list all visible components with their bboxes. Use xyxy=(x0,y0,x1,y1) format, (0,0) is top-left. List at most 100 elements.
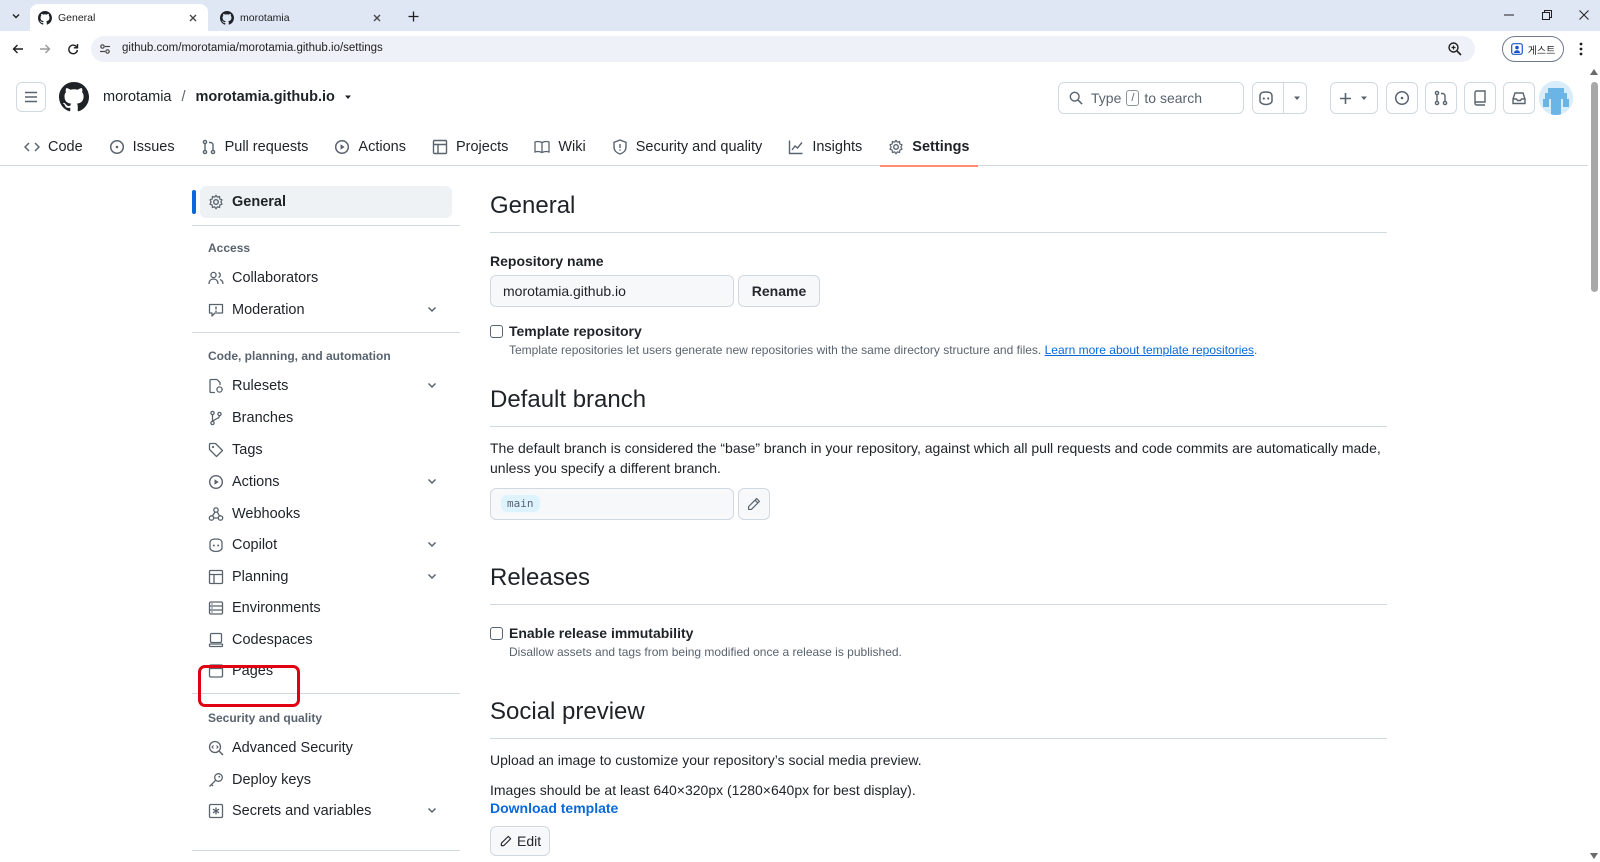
sidebar-item-webhooks[interactable]: Webhooks xyxy=(200,498,452,530)
code-icon xyxy=(24,142,40,152)
sidebar-item-advanced-security[interactable]: Advanced Security xyxy=(200,732,452,764)
sidebar-item-tags[interactable]: Tags xyxy=(200,434,452,466)
tab-code[interactable]: Code xyxy=(16,128,91,166)
rename-button[interactable]: Rename xyxy=(738,275,820,307)
sidebar-item-label: Branches xyxy=(232,410,294,426)
tab-label: Issues xyxy=(132,139,175,155)
browser-tabstrip: General morotamia xyxy=(0,0,1600,31)
address-bar[interactable]: github.com/morotamia/morotamia.github.io… xyxy=(91,36,1475,62)
global-menu-button[interactable] xyxy=(16,82,46,112)
release-immutability-note: Disallow assets and tags from being modi… xyxy=(509,645,902,659)
sidebar-item-environments[interactable]: Environments xyxy=(200,592,452,624)
tab-search-icon[interactable] xyxy=(6,6,26,26)
graph-icon xyxy=(789,140,803,155)
sidebar-item-general[interactable]: General xyxy=(200,186,452,218)
tab-actions[interactable]: Actions xyxy=(326,128,414,166)
browser-tab-title: morotamia xyxy=(240,11,290,24)
sidebar-item-collaborators[interactable]: Collaborators xyxy=(200,262,452,294)
sidebar-item-label: Webhooks xyxy=(232,506,301,522)
inbox-icon xyxy=(1512,92,1526,105)
page-scrollbar[interactable] xyxy=(1588,66,1600,862)
owner-link[interactable]: morotamia xyxy=(103,89,172,105)
tag-icon xyxy=(208,442,224,458)
sidebar-item-moderation[interactable]: Moderation xyxy=(200,294,452,326)
sidebar-divider xyxy=(192,850,460,851)
section-divider xyxy=(490,426,1387,427)
pull-requests-button[interactable] xyxy=(1425,82,1457,114)
close-window-icon[interactable] xyxy=(1574,6,1594,24)
site-info-icon[interactable] xyxy=(97,41,113,57)
hamburger-icon xyxy=(25,91,37,103)
download-template-link[interactable]: Download template xyxy=(490,800,618,816)
search-suffix: to search xyxy=(1144,90,1203,106)
codespaces-icon xyxy=(208,632,224,648)
tab-settings[interactable]: Settings xyxy=(880,128,978,167)
sidebar-heading-access: Access xyxy=(208,241,251,255)
copilot-icon xyxy=(209,538,223,553)
chevron-down-icon xyxy=(427,573,437,580)
minimize-icon[interactable] xyxy=(1499,6,1519,24)
sidebar-item-label: Tags xyxy=(232,442,263,458)
repositories-button[interactable] xyxy=(1464,82,1496,114)
profile-button[interactable]: 게스트 xyxy=(1502,36,1564,62)
template-learn-more-link[interactable]: Learn more about template repositories xyxy=(1045,343,1254,357)
tab-issues[interactable]: Issues xyxy=(101,128,183,166)
browser-menu-icon[interactable] xyxy=(1573,40,1589,58)
copilot-icon xyxy=(1259,91,1273,106)
default-branch-line-1: The default branch is considered the “ba… xyxy=(490,440,1381,456)
zoom-icon[interactable] xyxy=(1447,41,1463,57)
sidebar-item-codespaces[interactable]: Codespaces xyxy=(200,624,452,656)
reload-icon[interactable] xyxy=(63,39,83,59)
edit-social-preview-button[interactable]: Edit xyxy=(490,826,550,856)
back-icon[interactable] xyxy=(8,39,28,59)
tab-close-icon[interactable] xyxy=(370,11,384,25)
social-preview-description: Upload an image to customize your reposi… xyxy=(490,752,922,768)
repo-link[interactable]: morotamia.github.io xyxy=(196,89,335,105)
new-tab-icon[interactable] xyxy=(404,7,422,25)
browser-tab-general[interactable]: General xyxy=(30,4,208,31)
template-repository-checkbox[interactable] xyxy=(490,325,503,338)
restore-icon[interactable] xyxy=(1537,6,1557,24)
create-new-button[interactable] xyxy=(1330,82,1378,114)
chevron-down-icon xyxy=(1361,96,1367,100)
tab-insights[interactable]: Insights xyxy=(780,128,870,166)
browser-tab-title: General xyxy=(58,11,96,24)
template-repository-note: Template repositories let users generate… xyxy=(509,343,1257,357)
pull-request-icon xyxy=(1434,90,1448,106)
tab-close-icon[interactable] xyxy=(186,11,200,25)
branch-icon xyxy=(210,410,222,426)
tab-projects[interactable]: Projects xyxy=(424,128,516,166)
play-icon xyxy=(208,474,224,490)
release-immutability-checkbox[interactable] xyxy=(490,627,503,640)
scroll-up-icon[interactable] xyxy=(1590,69,1598,75)
sidebar-item-planning[interactable]: Planning xyxy=(200,561,452,593)
copilot-button[interactable] xyxy=(1252,82,1307,114)
release-immutability-label: Enable release immutability xyxy=(509,625,694,641)
avatar[interactable] xyxy=(1539,81,1573,115)
sidebar-item-rulesets[interactable]: Rulesets xyxy=(200,370,452,402)
sidebar-item-branches[interactable]: Branches xyxy=(200,402,452,434)
sidebar-item-actions[interactable]: Actions xyxy=(200,466,452,498)
sidebar-item-secrets-and-variables[interactable]: Secrets and variables xyxy=(200,795,452,827)
report-icon xyxy=(208,303,224,317)
search-input[interactable]: Type / to search xyxy=(1058,82,1244,114)
chevron-down-icon xyxy=(427,306,437,313)
sidebar-item-copilot[interactable]: Copilot xyxy=(200,529,452,561)
plus-icon xyxy=(1340,92,1351,104)
tab-pull-requests[interactable]: Pull requests xyxy=(193,128,317,166)
scroll-down-icon[interactable] xyxy=(1590,853,1598,859)
chevron-down-icon xyxy=(427,478,437,485)
forward-icon[interactable] xyxy=(35,39,55,59)
issues-button[interactable] xyxy=(1386,82,1418,114)
default-branch-line-2: unless you specify a different branch. xyxy=(490,460,721,476)
repository-name-input[interactable]: morotamia.github.io xyxy=(490,275,734,307)
edit-default-branch-button[interactable] xyxy=(738,488,770,520)
tab-security-and-quality[interactable]: Security and quality xyxy=(604,128,771,166)
github-logo-icon[interactable] xyxy=(59,82,89,112)
scrollbar-thumb[interactable] xyxy=(1591,82,1598,292)
repo-caret-icon[interactable] xyxy=(343,92,353,102)
tab-wiki[interactable]: Wiki xyxy=(526,128,593,166)
browser-tab-morotamia[interactable]: morotamia xyxy=(212,4,392,31)
sidebar-item-deploy-keys[interactable]: Deploy keys xyxy=(200,764,452,796)
inbox-button[interactable] xyxy=(1503,82,1535,114)
